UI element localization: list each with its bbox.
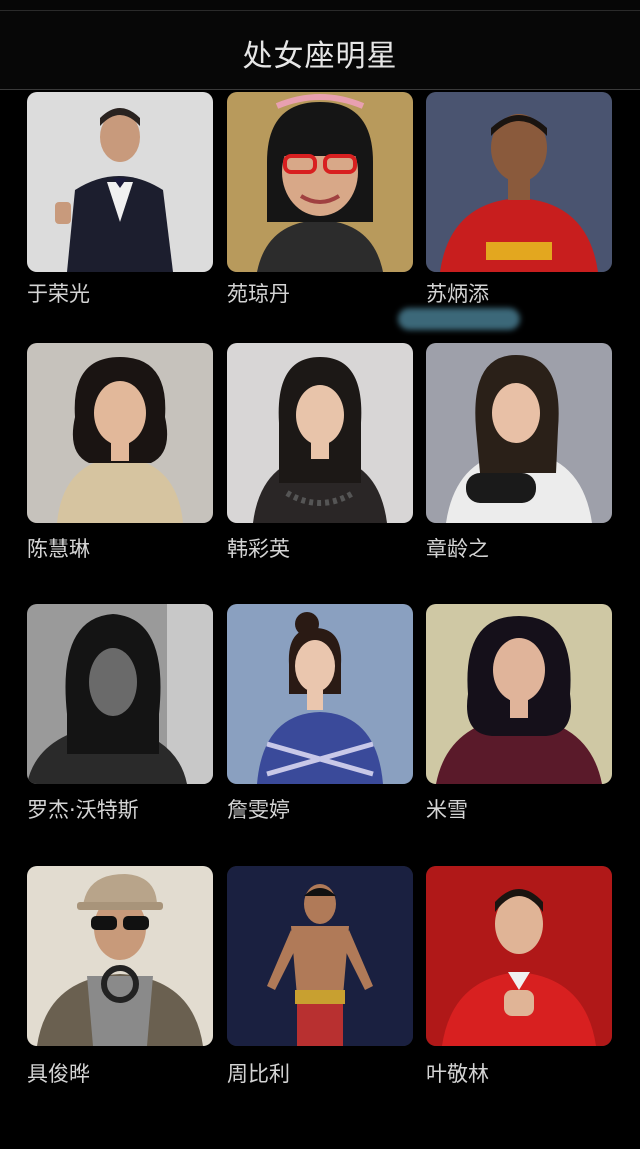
celebrity-photo[interactable] <box>227 604 413 784</box>
status-bar-strip <box>0 0 640 10</box>
app-header: 处女座明星 <box>0 10 640 90</box>
celebrity-name[interactable]: 詹雯婷 <box>227 794 290 824</box>
celebrity-name[interactable]: 于荣光 <box>27 278 90 308</box>
celebrity-name[interactable]: 陈慧琳 <box>27 533 90 563</box>
celebrity-photo[interactable] <box>426 92 612 272</box>
celebrity-photo[interactable] <box>27 604 213 784</box>
celebrity-name[interactable]: 叶敬林 <box>426 1058 489 1088</box>
celebrity-name[interactable]: 具俊晔 <box>27 1058 90 1088</box>
celebrity-photo[interactable] <box>227 866 413 1046</box>
screen-smudge <box>398 308 520 330</box>
celebrity-name[interactable]: 苑琼丹 <box>227 278 290 308</box>
celebrity-grid: 于荣光 苑琼丹 苏炳添 陈慧琳 韩彩英 章龄之 罗杰·沃特斯 詹雯婷 米雪 具俊… <box>0 90 640 1149</box>
celebrity-photo[interactable] <box>227 343 413 523</box>
celebrity-photo[interactable] <box>426 604 612 784</box>
celebrity-photo[interactable] <box>27 866 213 1046</box>
celebrity-photo[interactable] <box>27 343 213 523</box>
celebrity-name[interactable]: 罗杰·沃特斯 <box>27 794 139 824</box>
celebrity-name[interactable]: 章龄之 <box>426 533 489 563</box>
celebrity-photo[interactable] <box>27 92 213 272</box>
celebrity-name[interactable]: 周比利 <box>227 1058 290 1088</box>
celebrity-name[interactable]: 米雪 <box>426 794 468 824</box>
celebrity-photo[interactable] <box>227 92 413 272</box>
celebrity-photo[interactable] <box>426 866 612 1046</box>
page-title: 处女座明星 <box>242 39 398 74</box>
celebrity-photo[interactable] <box>426 343 612 523</box>
celebrity-name[interactable]: 苏炳添 <box>426 278 489 308</box>
celebrity-name[interactable]: 韩彩英 <box>227 533 290 563</box>
